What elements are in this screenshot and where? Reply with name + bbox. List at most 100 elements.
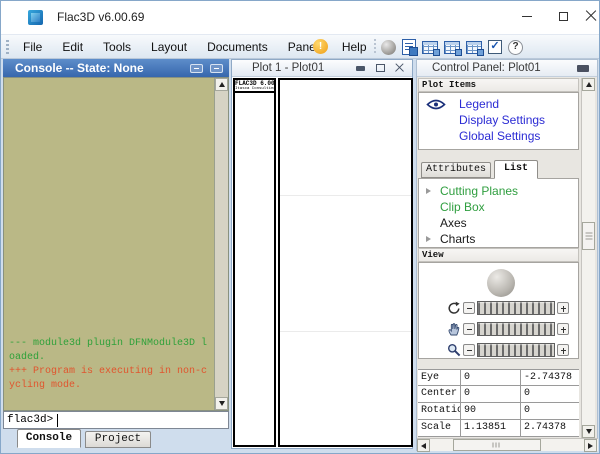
row-label: Eye (418, 370, 461, 385)
zoom-slider[interactable] (477, 343, 555, 357)
menu-documents[interactable]: Documents (197, 37, 278, 57)
plot-view[interactable] (278, 78, 413, 447)
pan-slider[interactable] (477, 322, 555, 336)
rotation-y-value[interactable]: 0 (521, 403, 579, 419)
grid-overlay-icon (477, 49, 484, 56)
plot-document-icon[interactable] (402, 39, 416, 55)
box-icon (376, 64, 385, 72)
pan-increase-button[interactable] (557, 323, 569, 335)
control-panel-header[interactable]: Control Panel: Plot01 (417, 60, 597, 77)
toolbar: ✓ ? (381, 38, 523, 56)
tree-item-charts[interactable]: Charts (419, 231, 578, 247)
scrollbar-thumb[interactable] (582, 222, 595, 250)
plot-maximize-button[interactable] (374, 63, 386, 73)
tree-item-clip-box[interactable]: Clip Box (419, 199, 578, 215)
run-sphere-icon[interactable] (381, 40, 396, 55)
plot-close-button[interactable] (394, 63, 406, 73)
control-panel: Control Panel: Plot01 Plot Items Legend … (416, 59, 598, 451)
menu-tools[interactable]: Tools (93, 37, 141, 57)
scrollbar-thumb[interactable] (453, 439, 541, 451)
tree-item-axes[interactable]: Axes (419, 215, 578, 231)
help-icon[interactable]: ? (508, 40, 523, 55)
dash-icon (356, 66, 365, 71)
plot-minimize-button[interactable] (354, 63, 366, 73)
tab-project[interactable]: Project (85, 431, 151, 448)
scroll-down-button[interactable] (215, 397, 228, 410)
tab-list[interactable]: List (494, 160, 538, 179)
plot-item-legend[interactable]: Legend (459, 97, 499, 111)
close-button[interactable] (581, 1, 600, 31)
zoom-increase-button[interactable] (557, 344, 569, 356)
eye-icon[interactable] (426, 99, 446, 110)
rotation-x-value[interactable]: 90 (461, 403, 521, 419)
rotate-slider[interactable] (477, 301, 555, 315)
eye-y-value[interactable]: -2.74378 (521, 370, 579, 385)
console-panel-header[interactable]: Console -- State: None (3, 59, 229, 77)
grip-icon (585, 233, 592, 240)
zoom-decrease-button[interactable] (463, 344, 475, 356)
control-panel-float-button[interactable] (577, 65, 589, 72)
row-label: Center (418, 386, 461, 402)
table-horizontal-scrollbar[interactable] (417, 438, 598, 451)
rotate-decrease-button[interactable] (463, 302, 475, 314)
plot-gridline (280, 331, 411, 332)
scale-x-value[interactable]: 1.13851 (461, 420, 521, 436)
console-message: +++ Program is executing in non-c (9, 366, 207, 377)
trackball-sphere[interactable] (487, 269, 515, 297)
maximize-button[interactable] (545, 1, 581, 31)
app-icon (28, 10, 43, 25)
expander-icon[interactable] (426, 236, 431, 242)
tab-attributes[interactable]: Attributes (421, 162, 491, 178)
table-row: Scale 1.13851 2.74378 (418, 420, 579, 437)
menu-help[interactable]: Help (332, 37, 377, 57)
plot-grid-icon[interactable] (422, 41, 438, 54)
control-panel-scrollbar[interactable] (581, 78, 595, 438)
row-label: Rotation (418, 403, 461, 419)
center-y-value[interactable]: 0 (521, 386, 579, 402)
rotate-increase-button[interactable] (557, 302, 569, 314)
eye-x-value[interactable]: 0 (461, 370, 521, 385)
plot-grid-update-icon[interactable] (444, 41, 460, 54)
scroll-left-button[interactable] (417, 439, 430, 452)
minimize-button[interactable] (509, 1, 545, 31)
plot-item-global-settings[interactable]: Global Settings (459, 129, 540, 143)
table-row: Rotation 90 0 (418, 403, 579, 420)
scale-y-value[interactable]: 2.74378 (521, 420, 579, 436)
menu-edit[interactable]: Edit (52, 37, 93, 57)
plot-legend[interactable]: FLAC3D 6.00 Itasca Consulting Group, Inc… (233, 78, 276, 447)
minimize-icon (522, 16, 532, 17)
tab-console[interactable]: Console (17, 429, 81, 448)
console-output[interactable]: --- module3d plugin DFNModule3D l oaded.… (3, 77, 229, 411)
rotate-icon[interactable] (447, 301, 461, 315)
plot-panel-header[interactable]: Plot 1 - Plot01 (232, 60, 412, 77)
toolbar-separator (374, 39, 376, 55)
tree-item-cutting-planes[interactable]: Cutting Planes (419, 183, 578, 199)
dash-icon (194, 68, 199, 69)
dash-icon (214, 68, 219, 69)
zoom-icon[interactable] (447, 343, 461, 357)
checkbox-icon[interactable]: ✓ (488, 40, 502, 54)
view-controls (418, 262, 579, 359)
pan-decrease-button[interactable] (463, 323, 475, 335)
plot-items-tree: Cutting Planes Clip Box Axes Charts (418, 178, 579, 248)
console-minimize-button[interactable] (190, 64, 203, 73)
pan-hand-icon[interactable] (447, 322, 461, 336)
center-x-value[interactable]: 0 (461, 386, 521, 402)
scroll-down-button[interactable] (582, 425, 595, 438)
scroll-up-button[interactable] (582, 78, 595, 91)
console-input[interactable]: flac3d> (3, 411, 229, 429)
plot-item-display-settings[interactable]: Display Settings (459, 113, 545, 127)
legend-title: FLAC3D 6.00 (235, 80, 274, 87)
console-scrollbar[interactable] (214, 78, 228, 410)
scroll-up-button[interactable] (215, 78, 228, 91)
arrow-up-icon (586, 82, 592, 87)
plot-grid-add-icon[interactable] (466, 41, 482, 54)
menu-layout[interactable]: Layout (141, 37, 197, 57)
console-float-button[interactable] (210, 64, 223, 73)
console-panel: Console -- State: None --- module3d plug… (3, 59, 229, 449)
scroll-right-button[interactable] (584, 439, 597, 452)
warning-icon[interactable]: ! (313, 39, 328, 54)
expander-icon[interactable] (426, 188, 431, 194)
menu-file[interactable]: File (13, 37, 52, 57)
toolbar-grip[interactable] (6, 40, 9, 54)
